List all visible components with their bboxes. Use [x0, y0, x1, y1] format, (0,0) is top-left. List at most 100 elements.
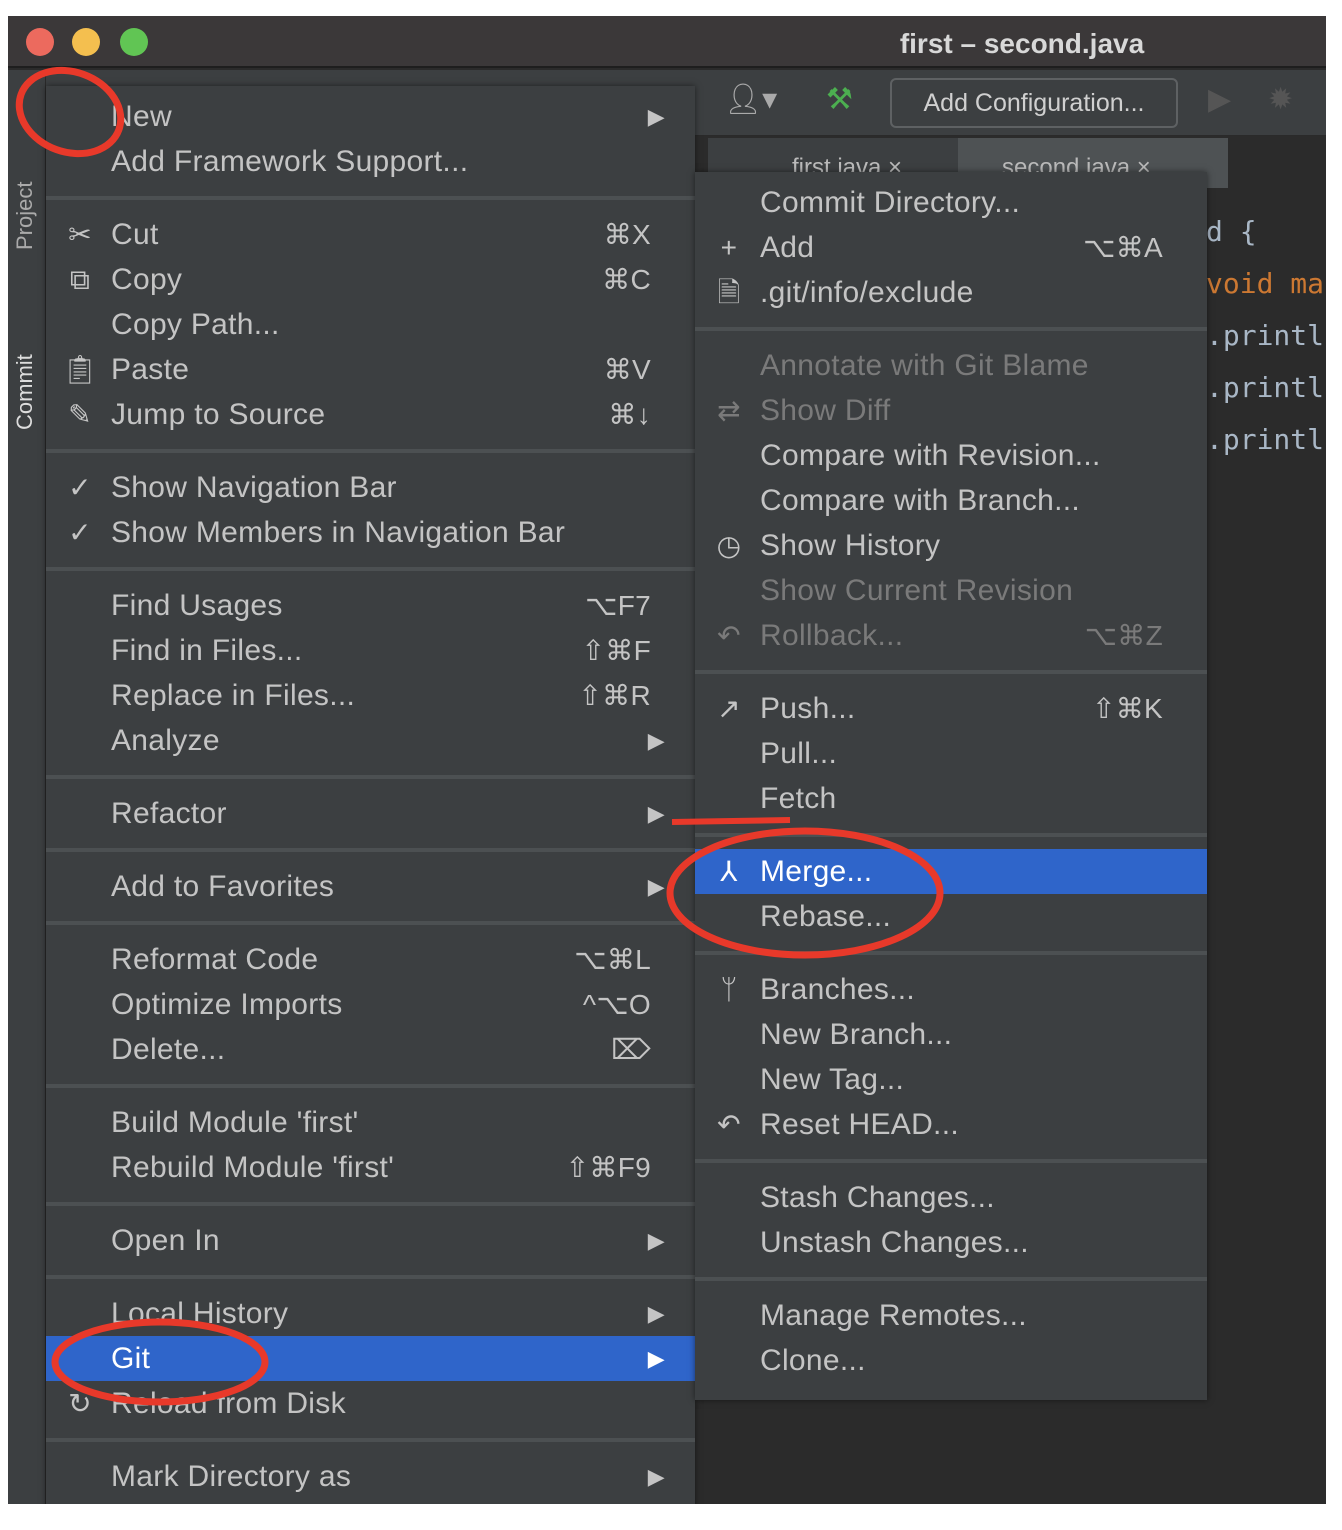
menu-item-find-usages[interactable]: Find Usages ⌥F7 — [46, 583, 695, 628]
menu-item-manage-remotes[interactable]: Manage Remotes... — [695, 1293, 1207, 1338]
menu-item-stash-changes[interactable]: Stash Changes... — [695, 1175, 1207, 1220]
code-line: void ma — [1206, 267, 1325, 300]
menu-item-paste[interactable]: 📋︎ Paste ⌘V — [46, 347, 695, 392]
branch-icon: ᛘ — [720, 974, 738, 1005]
menu-item-label: Mark Directory as — [111, 1460, 352, 1493]
menu-item-local-history[interactable]: Local History ▶ — [46, 1291, 695, 1336]
cut-icon: ✂ — [68, 219, 92, 250]
menu-item-label: Reformat Code — [111, 943, 319, 976]
ignore-file-icon: 🗎 — [717, 277, 741, 308]
menu-item-delete[interactable]: Delete... ⌦ — [46, 1027, 695, 1072]
menu-item-push[interactable]: ↗ Push... ⇧⌘K — [695, 686, 1207, 731]
paste-icon: 📋︎ — [62, 354, 98, 385]
add-configuration-button[interactable]: Add Configuration... — [890, 78, 1178, 128]
submenu-arrow-icon: ▶ — [647, 1301, 665, 1326]
menu-item-rollback[interactable]: ↶ Rollback... ⌥⌘Z — [695, 613, 1207, 658]
menu-item-label: Manage Remotes... — [760, 1299, 1027, 1332]
menu-item-new-branch[interactable]: New Branch... — [695, 1012, 1207, 1057]
menu-item-rebase[interactable]: Rebase... — [695, 894, 1207, 939]
submenu-arrow-icon: ▶ — [647, 104, 665, 129]
menu-item-label: Find Usages — [111, 589, 283, 622]
reset-icon: ↶ — [717, 1109, 741, 1140]
shortcut: ⌥⌘A — [1083, 232, 1163, 263]
menu-item-unstash-changes[interactable]: Unstash Changes... — [695, 1220, 1207, 1265]
menu-item-compare-with-revision[interactable]: Compare with Revision... — [695, 433, 1207, 478]
menu-item-label: Add Framework Support... — [111, 145, 469, 178]
menu-item-branches[interactable]: ᛘ Branches... — [695, 967, 1207, 1012]
menu-item-commit-directory[interactable]: Commit Directory... — [695, 180, 1207, 225]
menu-item-annotate-with-git-blame[interactable]: Annotate with Git Blame — [695, 343, 1207, 388]
menu-item-clone[interactable]: Clone... — [695, 1338, 1207, 1383]
menu-item-mark-directory-as[interactable]: Mark Directory as ▶ — [46, 1454, 695, 1499]
code-line: d { — [1206, 215, 1257, 248]
menu-separator — [46, 763, 695, 791]
menu-item-show-members-in-navigation-bar[interactable]: ✓ Show Members in Navigation Bar — [46, 510, 695, 555]
menu-item-label: Show Current Revision — [760, 574, 1074, 607]
menu-item-jump-to-source[interactable]: ✎ Jump to Source ⌘↓ — [46, 392, 695, 437]
menu-item-open-in[interactable]: Open In ▶ — [46, 1218, 695, 1263]
menu-item-optimize-imports[interactable]: Optimize Imports ^⌥O — [46, 982, 695, 1027]
menu-separator — [46, 836, 695, 864]
git-submenu: Commit Directory... + Add ⌥⌘A 🗎 .git/info/exc… — [695, 172, 1207, 1400]
reload-icon: ↻ — [68, 1388, 92, 1419]
menu-item-label: Rebuild Module 'first' — [111, 1151, 395, 1184]
project-context-menu: New ▶ Add Framework Support... ✂ Cut ⌘X ⧉ Copy ⌘… — [46, 86, 695, 1504]
menu-item-git[interactable]: Git ▶ — [46, 1336, 695, 1381]
menu-item-label: Merge... — [760, 855, 873, 888]
menu-item-add-to-favorites[interactable]: Add to Favorites ▶ — [46, 864, 695, 909]
commit-tool-tab[interactable]: Commit — [12, 354, 38, 430]
code-line: .printl — [1206, 371, 1325, 404]
menu-item-refactor[interactable]: Refactor ▶ — [46, 791, 695, 836]
menu-item-git-info-exclude[interactable]: 🗎 .git/info/exclude — [695, 270, 1207, 315]
run-icon[interactable]: ▶ — [1208, 82, 1231, 117]
menu-item-cut[interactable]: ✂ Cut ⌘X — [46, 212, 695, 257]
menu-separator — [695, 658, 1207, 686]
menu-item-reformat-code[interactable]: Reformat Code ⌥⌘L — [46, 937, 695, 982]
menu-item-label: Show Members in Navigation Bar — [111, 516, 566, 549]
menu-item-label: Jump to Source — [111, 398, 326, 431]
project-tool-tab[interactable]: Project — [12, 182, 38, 250]
menu-item-copy-path[interactable]: Copy Path... — [46, 302, 695, 347]
menu-item-show-navigation-bar[interactable]: ✓ Show Navigation Bar — [46, 465, 695, 510]
menu-separator — [46, 1426, 695, 1454]
menu-item-compare-with-branch[interactable]: Compare with Branch... — [695, 478, 1207, 523]
menu-item-label: Paste — [111, 353, 190, 386]
menu-separator — [46, 1072, 695, 1100]
build-hammer-icon[interactable]: ⚒ — [826, 82, 853, 117]
menu-item-label: Add to Favorites — [111, 870, 335, 903]
menu-item-reload-from-disk[interactable]: ↻ Reload from Disk — [46, 1381, 695, 1426]
menu-item-find-in-files[interactable]: Find in Files... ⇧⌘F — [46, 628, 695, 673]
menu-item-copy[interactable]: ⧉ Copy ⌘C — [46, 257, 695, 302]
menu-item-add-framework-support[interactable]: Add Framework Support... — [46, 139, 695, 184]
menu-separator — [46, 184, 695, 212]
menu-item-show-diff[interactable]: ⇄ Show Diff — [695, 388, 1207, 433]
menu-item-pull[interactable]: Pull... — [695, 731, 1207, 776]
menu-separator — [46, 1263, 695, 1291]
menu-item-label: Branches... — [760, 973, 916, 1006]
menu-item-show-history[interactable]: ◷ Show History — [695, 523, 1207, 568]
edit-icon: ✎ — [68, 399, 92, 430]
debug-icon[interactable]: ✹ — [1268, 82, 1293, 117]
menu-item-reset-head[interactable]: ↶ Reset HEAD... — [695, 1102, 1207, 1147]
code-editor[interactable]: d {void ma .printl .printl .printl — [1206, 206, 1324, 466]
menu-item-new[interactable]: New ▶ — [46, 94, 695, 139]
shortcut: ⇧⌘K — [1091, 693, 1163, 724]
menu-item-label: Show Diff — [760, 394, 891, 427]
menu-item-analyze[interactable]: Analyze ▶ — [46, 718, 695, 763]
menu-item-merge[interactable]: ⅄ Merge... — [695, 849, 1207, 894]
shortcut: ⇧⌘F9 — [565, 1152, 651, 1183]
shortcut: ⌘C — [602, 264, 651, 295]
user-icon[interactable]: 👤︎▾ — [724, 82, 777, 117]
menu-item-build-module-first[interactable]: Build Module 'first' — [46, 1100, 695, 1145]
copy-icon: ⧉ — [69, 264, 91, 295]
menu-item-fetch[interactable]: Fetch — [695, 776, 1207, 821]
menu-item-new-tag[interactable]: New Tag... — [695, 1057, 1207, 1102]
menu-item-add[interactable]: + Add ⌥⌘A — [695, 225, 1207, 270]
menu-item-rebuild-module-first[interactable]: Rebuild Module 'first' ⇧⌘F9 — [46, 1145, 695, 1190]
push-icon: ↗ — [717, 693, 741, 724]
window-title: first – second.java — [899, 28, 1145, 59]
merge-icon: ⅄ — [720, 856, 738, 887]
menu-item-show-current-revision[interactable]: Show Current Revision — [695, 568, 1207, 613]
menu-item-replace-in-files[interactable]: Replace in Files... ⇧⌘R — [46, 673, 695, 718]
menu-separator — [695, 821, 1207, 849]
